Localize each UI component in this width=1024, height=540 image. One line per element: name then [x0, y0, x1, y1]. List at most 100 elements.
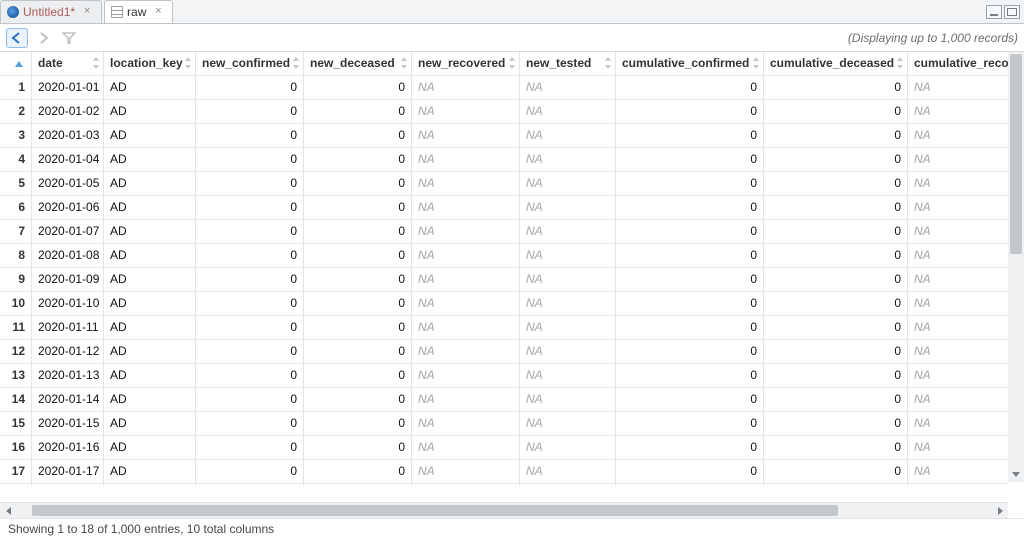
cell-cumulative_confirmed[interactable]: 0 [616, 244, 764, 268]
scroll-left-button[interactable] [0, 503, 16, 518]
cell-new_recovered[interactable]: NA [412, 220, 520, 244]
sort-handle-icon[interactable] [751, 57, 761, 69]
cell-location_key[interactable]: AD [104, 244, 196, 268]
scroll-down-button[interactable] [1008, 466, 1024, 482]
sort-handle-icon[interactable] [183, 57, 193, 69]
cell-location_key[interactable]: AD [104, 268, 196, 292]
cell-new_recovered[interactable]: NA [412, 364, 520, 388]
cell-cumulative_confirmed[interactable]: 0 [616, 268, 764, 292]
filter-button[interactable] [58, 28, 80, 48]
cell-date[interactable]: 2020-01-01 [32, 76, 104, 100]
sort-handle-icon[interactable] [91, 57, 101, 69]
cell-location_key[interactable]: AD [104, 412, 196, 436]
cell-date[interactable]: 2020-01-16 [32, 436, 104, 460]
column-header-location_key[interactable]: location_key [104, 52, 196, 76]
cell-new_confirmed[interactable]: 0 [196, 484, 304, 486]
cell-date[interactable]: 2020-01-04 [32, 148, 104, 172]
cell-location_key[interactable]: AD [104, 196, 196, 220]
cell-cumulative_confirmed[interactable]: 0 [616, 76, 764, 100]
cell-new_deceased[interactable]: 0 [304, 76, 412, 100]
cell-cumulative_deceased[interactable]: 0 [764, 148, 908, 172]
cell-new_deceased[interactable]: 0 [304, 484, 412, 486]
cell-cumulative_deceased[interactable]: 0 [764, 124, 908, 148]
cell-cumulative_deceased[interactable]: 0 [764, 364, 908, 388]
cell-new_deceased[interactable]: 0 [304, 340, 412, 364]
cell-new_tested[interactable]: NA [520, 196, 616, 220]
close-icon[interactable]: × [81, 6, 93, 18]
cell-cumulative_recovered[interactable]: NA [908, 172, 1008, 196]
cell-date[interactable]: 2020-01-10 [32, 292, 104, 316]
cell-new_recovered[interactable]: NA [412, 436, 520, 460]
cell-new_deceased[interactable]: 0 [304, 436, 412, 460]
cell-cumulative_deceased[interactable]: 0 [764, 460, 908, 484]
scroll-right-button[interactable] [992, 503, 1008, 518]
cell-date[interactable]: 2020-01-06 [32, 196, 104, 220]
cell-cumulative_deceased[interactable]: 0 [764, 340, 908, 364]
cell-new_deceased[interactable]: 0 [304, 388, 412, 412]
cell-cumulative_recovered[interactable]: NA [908, 76, 1008, 100]
cell-new_deceased[interactable]: 0 [304, 100, 412, 124]
cell-location_key[interactable]: AD [104, 220, 196, 244]
cell-location_key[interactable]: AD [104, 172, 196, 196]
cell-cumulative_recovered[interactable]: NA [908, 268, 1008, 292]
column-header-cumulative_recovered[interactable]: cumulative_recovered [908, 52, 1008, 76]
column-header-new_tested[interactable]: new_tested [520, 52, 616, 76]
cell-new_recovered[interactable]: NA [412, 316, 520, 340]
cell-new_deceased[interactable]: 0 [304, 124, 412, 148]
cell-location_key[interactable]: AD [104, 100, 196, 124]
cell-cumulative_deceased[interactable]: 0 [764, 316, 908, 340]
cell-location_key[interactable]: AD [104, 388, 196, 412]
cell-new_confirmed[interactable]: 0 [196, 436, 304, 460]
cell-cumulative_deceased[interactable]: 0 [764, 436, 908, 460]
cell-new_recovered[interactable]: NA [412, 172, 520, 196]
column-header-cumulative_deceased[interactable]: cumulative_deceased [764, 52, 908, 76]
cell-cumulative_recovered[interactable]: NA [908, 316, 1008, 340]
cell-cumulative_deceased[interactable]: 0 [764, 172, 908, 196]
cell-new_deceased[interactable]: 0 [304, 460, 412, 484]
cell-new_recovered[interactable]: NA [412, 340, 520, 364]
cell-new_confirmed[interactable]: 0 [196, 412, 304, 436]
cell-new_deceased[interactable]: 0 [304, 196, 412, 220]
tab-raw[interactable]: raw × [104, 0, 173, 23]
scroll-thumb[interactable] [32, 505, 838, 516]
cell-new_recovered[interactable]: NA [412, 484, 520, 486]
cell-new_recovered[interactable]: NA [412, 100, 520, 124]
cell-cumulative_recovered[interactable]: NA [908, 196, 1008, 220]
cell-new_confirmed[interactable]: 0 [196, 340, 304, 364]
cell-new_recovered[interactable]: NA [412, 148, 520, 172]
column-header-date[interactable]: date [32, 52, 104, 76]
cell-new_tested[interactable]: NA [520, 244, 616, 268]
sort-handle-icon[interactable] [507, 57, 517, 69]
cell-new_tested[interactable]: NA [520, 460, 616, 484]
cell-date[interactable]: 2020-01-14 [32, 388, 104, 412]
cell-location_key[interactable]: AD [104, 124, 196, 148]
cell-cumulative_confirmed[interactable]: 0 [616, 100, 764, 124]
cell-new_deceased[interactable]: 0 [304, 364, 412, 388]
cell-new_confirmed[interactable]: 0 [196, 100, 304, 124]
cell-cumulative_recovered[interactable]: NA [908, 412, 1008, 436]
cell-date[interactable]: 2020-01-07 [32, 220, 104, 244]
sort-handle-icon[interactable] [603, 57, 613, 69]
cell-cumulative_recovered[interactable]: NA [908, 124, 1008, 148]
cell-new_recovered[interactable]: NA [412, 196, 520, 220]
cell-location_key[interactable]: AD [104, 292, 196, 316]
cell-cumulative_confirmed[interactable]: 0 [616, 436, 764, 460]
cell-new_tested[interactable]: NA [520, 292, 616, 316]
cell-cumulative_recovered[interactable]: NA [908, 484, 1008, 486]
forward-button[interactable] [32, 28, 54, 48]
cell-new_deceased[interactable]: 0 [304, 316, 412, 340]
cell-date[interactable]: 2020-01-18 [32, 484, 104, 486]
cell-new_recovered[interactable]: NA [412, 244, 520, 268]
cell-cumulative_recovered[interactable]: NA [908, 148, 1008, 172]
cell-location_key[interactable]: AD [104, 148, 196, 172]
cell-new_deceased[interactable]: 0 [304, 412, 412, 436]
cell-new_tested[interactable]: NA [520, 316, 616, 340]
cell-new_recovered[interactable]: NA [412, 388, 520, 412]
cell-cumulative_deceased[interactable]: 0 [764, 76, 908, 100]
cell-location_key[interactable]: AD [104, 76, 196, 100]
cell-cumulative_confirmed[interactable]: 0 [616, 484, 764, 486]
cell-cumulative_deceased[interactable]: 0 [764, 484, 908, 486]
column-header-new_deceased[interactable]: new_deceased [304, 52, 412, 76]
cell-new_confirmed[interactable]: 0 [196, 148, 304, 172]
cell-cumulative_recovered[interactable]: NA [908, 220, 1008, 244]
